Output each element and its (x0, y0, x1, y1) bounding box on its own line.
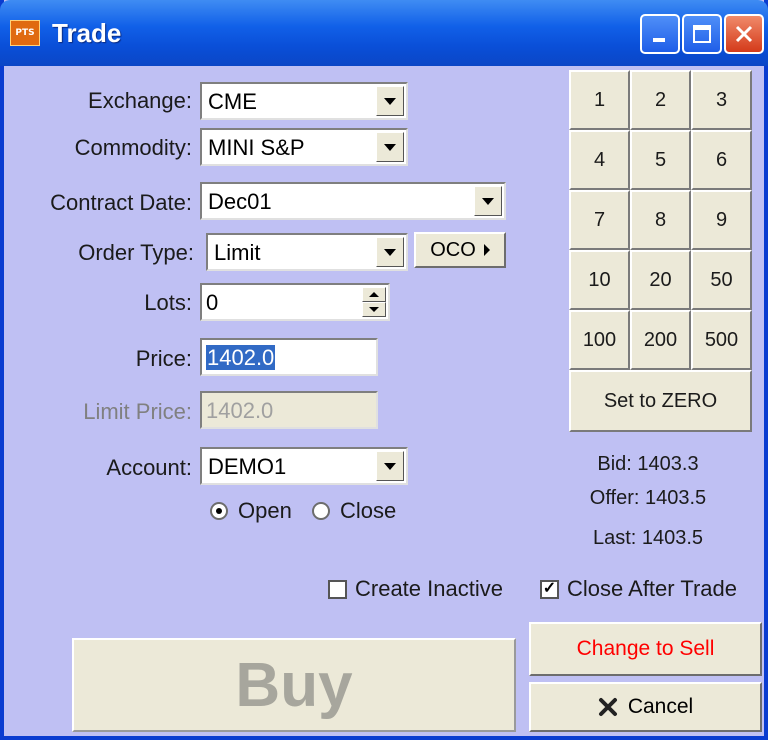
keypad-key-100[interactable]: 100 (569, 310, 630, 370)
minimize-button[interactable] (640, 14, 680, 54)
chevron-right-icon (483, 244, 490, 256)
chevron-down-icon[interactable] (376, 86, 404, 116)
maximize-button[interactable] (682, 14, 722, 54)
keypad-key-500[interactable]: 500 (691, 310, 752, 370)
close-button[interactable] (724, 14, 764, 54)
last-text: Last: 1403.5 (592, 527, 704, 549)
keypad-key-20[interactable]: 20 (630, 250, 691, 310)
keypad-key-10[interactable]: 10 (569, 250, 630, 310)
exchange-label: Exchange: (88, 88, 192, 113)
maximize-icon (693, 25, 711, 43)
chevron-down-icon[interactable] (376, 237, 404, 267)
keypad-key-4[interactable]: 4 (569, 130, 630, 190)
limit-price-value: 1402.0 (206, 398, 274, 423)
close-radio-label[interactable]: Close (340, 498, 396, 524)
commodity-value: MINI S&P (208, 135, 305, 160)
account-label: Account: (106, 455, 192, 480)
oco-button[interactable]: OCO (414, 232, 506, 268)
contract-date-value: Dec01 (208, 189, 272, 214)
oco-label: OCO (430, 238, 476, 261)
bid-text: Bid: 1403.3 (597, 453, 699, 475)
order-type-value: Limit (214, 240, 261, 265)
exchange-select[interactable]: CME (200, 82, 408, 120)
keypad-key-9[interactable]: 9 (691, 190, 752, 250)
offer-text: Offer: 1403.5 (589, 487, 707, 509)
change-to-sell-label: Change to Sell (576, 637, 715, 660)
quantity-keypad: 1 2 3 4 5 6 7 8 9 10 20 50 100 200 500 Set to ZERO (569, 70, 752, 432)
app-icon: PTS (10, 20, 40, 46)
spin-down-icon[interactable] (362, 302, 386, 317)
lots-stepper[interactable]: 0 (200, 283, 390, 321)
keypad-key-1[interactable]: 1 (569, 70, 630, 130)
lots-value: 0 (206, 290, 219, 315)
keypad-key-8[interactable]: 8 (630, 190, 691, 250)
chevron-down-icon[interactable] (376, 132, 404, 162)
limit-price-label: Limit Price: (83, 399, 192, 424)
keypad-key-3[interactable]: 3 (691, 70, 752, 130)
cancel-x-icon (598, 698, 617, 716)
window-title: Trade (52, 18, 122, 48)
account-value: DEMO1 (208, 454, 287, 479)
cancel-button[interactable]: Cancel (529, 682, 762, 732)
create-inactive-label[interactable]: Create Inactive (355, 576, 503, 602)
spin-up-icon[interactable] (362, 287, 386, 302)
trade-window: PTS Trade Exchange: CME Commodity: MINI … (0, 0, 768, 740)
title-bar[interactable]: PTS Trade (0, 0, 768, 66)
set-to-zero-button[interactable]: Set to ZERO (569, 370, 752, 432)
change-to-sell-button[interactable]: Change to Sell (529, 622, 762, 676)
account-select[interactable]: DEMO1 (200, 447, 408, 485)
price-input[interactable]: 1402.0 (200, 338, 378, 376)
commodity-select[interactable]: MINI S&P (200, 128, 408, 166)
price-label: Price: (135, 346, 192, 371)
keypad-key-6[interactable]: 6 (691, 130, 752, 190)
price-value: 1402.0 (206, 345, 276, 370)
buy-button[interactable]: Buy (72, 638, 516, 732)
keypad-key-7[interactable]: 7 (569, 190, 630, 250)
order-type-label: Order Type: (78, 240, 194, 265)
close-after-trade-checkbox[interactable]: ✓ (540, 580, 559, 599)
commodity-label: Commodity: (74, 135, 192, 160)
close-after-trade-label[interactable]: Close After Trade (567, 576, 737, 602)
chevron-down-icon[interactable] (376, 451, 404, 481)
contract-date-label: Contract Date: (50, 190, 192, 215)
lots-label: Lots: (144, 290, 192, 315)
limit-price-input: 1402.0 (200, 391, 378, 429)
cancel-label: Cancel (627, 695, 694, 718)
close-radio[interactable] (312, 502, 330, 520)
contract-date-select[interactable]: Dec01 (200, 182, 506, 220)
open-radio[interactable] (210, 502, 228, 520)
close-icon (735, 25, 753, 43)
order-type-select[interactable]: Limit (206, 233, 408, 271)
create-inactive-checkbox[interactable] (328, 580, 347, 599)
minimize-icon (653, 38, 665, 42)
chevron-down-icon[interactable] (474, 186, 502, 216)
exchange-value: CME (208, 89, 257, 114)
keypad-key-50[interactable]: 50 (691, 250, 752, 310)
keypad-key-5[interactable]: 5 (630, 130, 691, 190)
keypad-key-2[interactable]: 2 (630, 70, 691, 130)
open-radio-label[interactable]: Open (238, 498, 292, 524)
keypad-key-200[interactable]: 200 (630, 310, 691, 370)
